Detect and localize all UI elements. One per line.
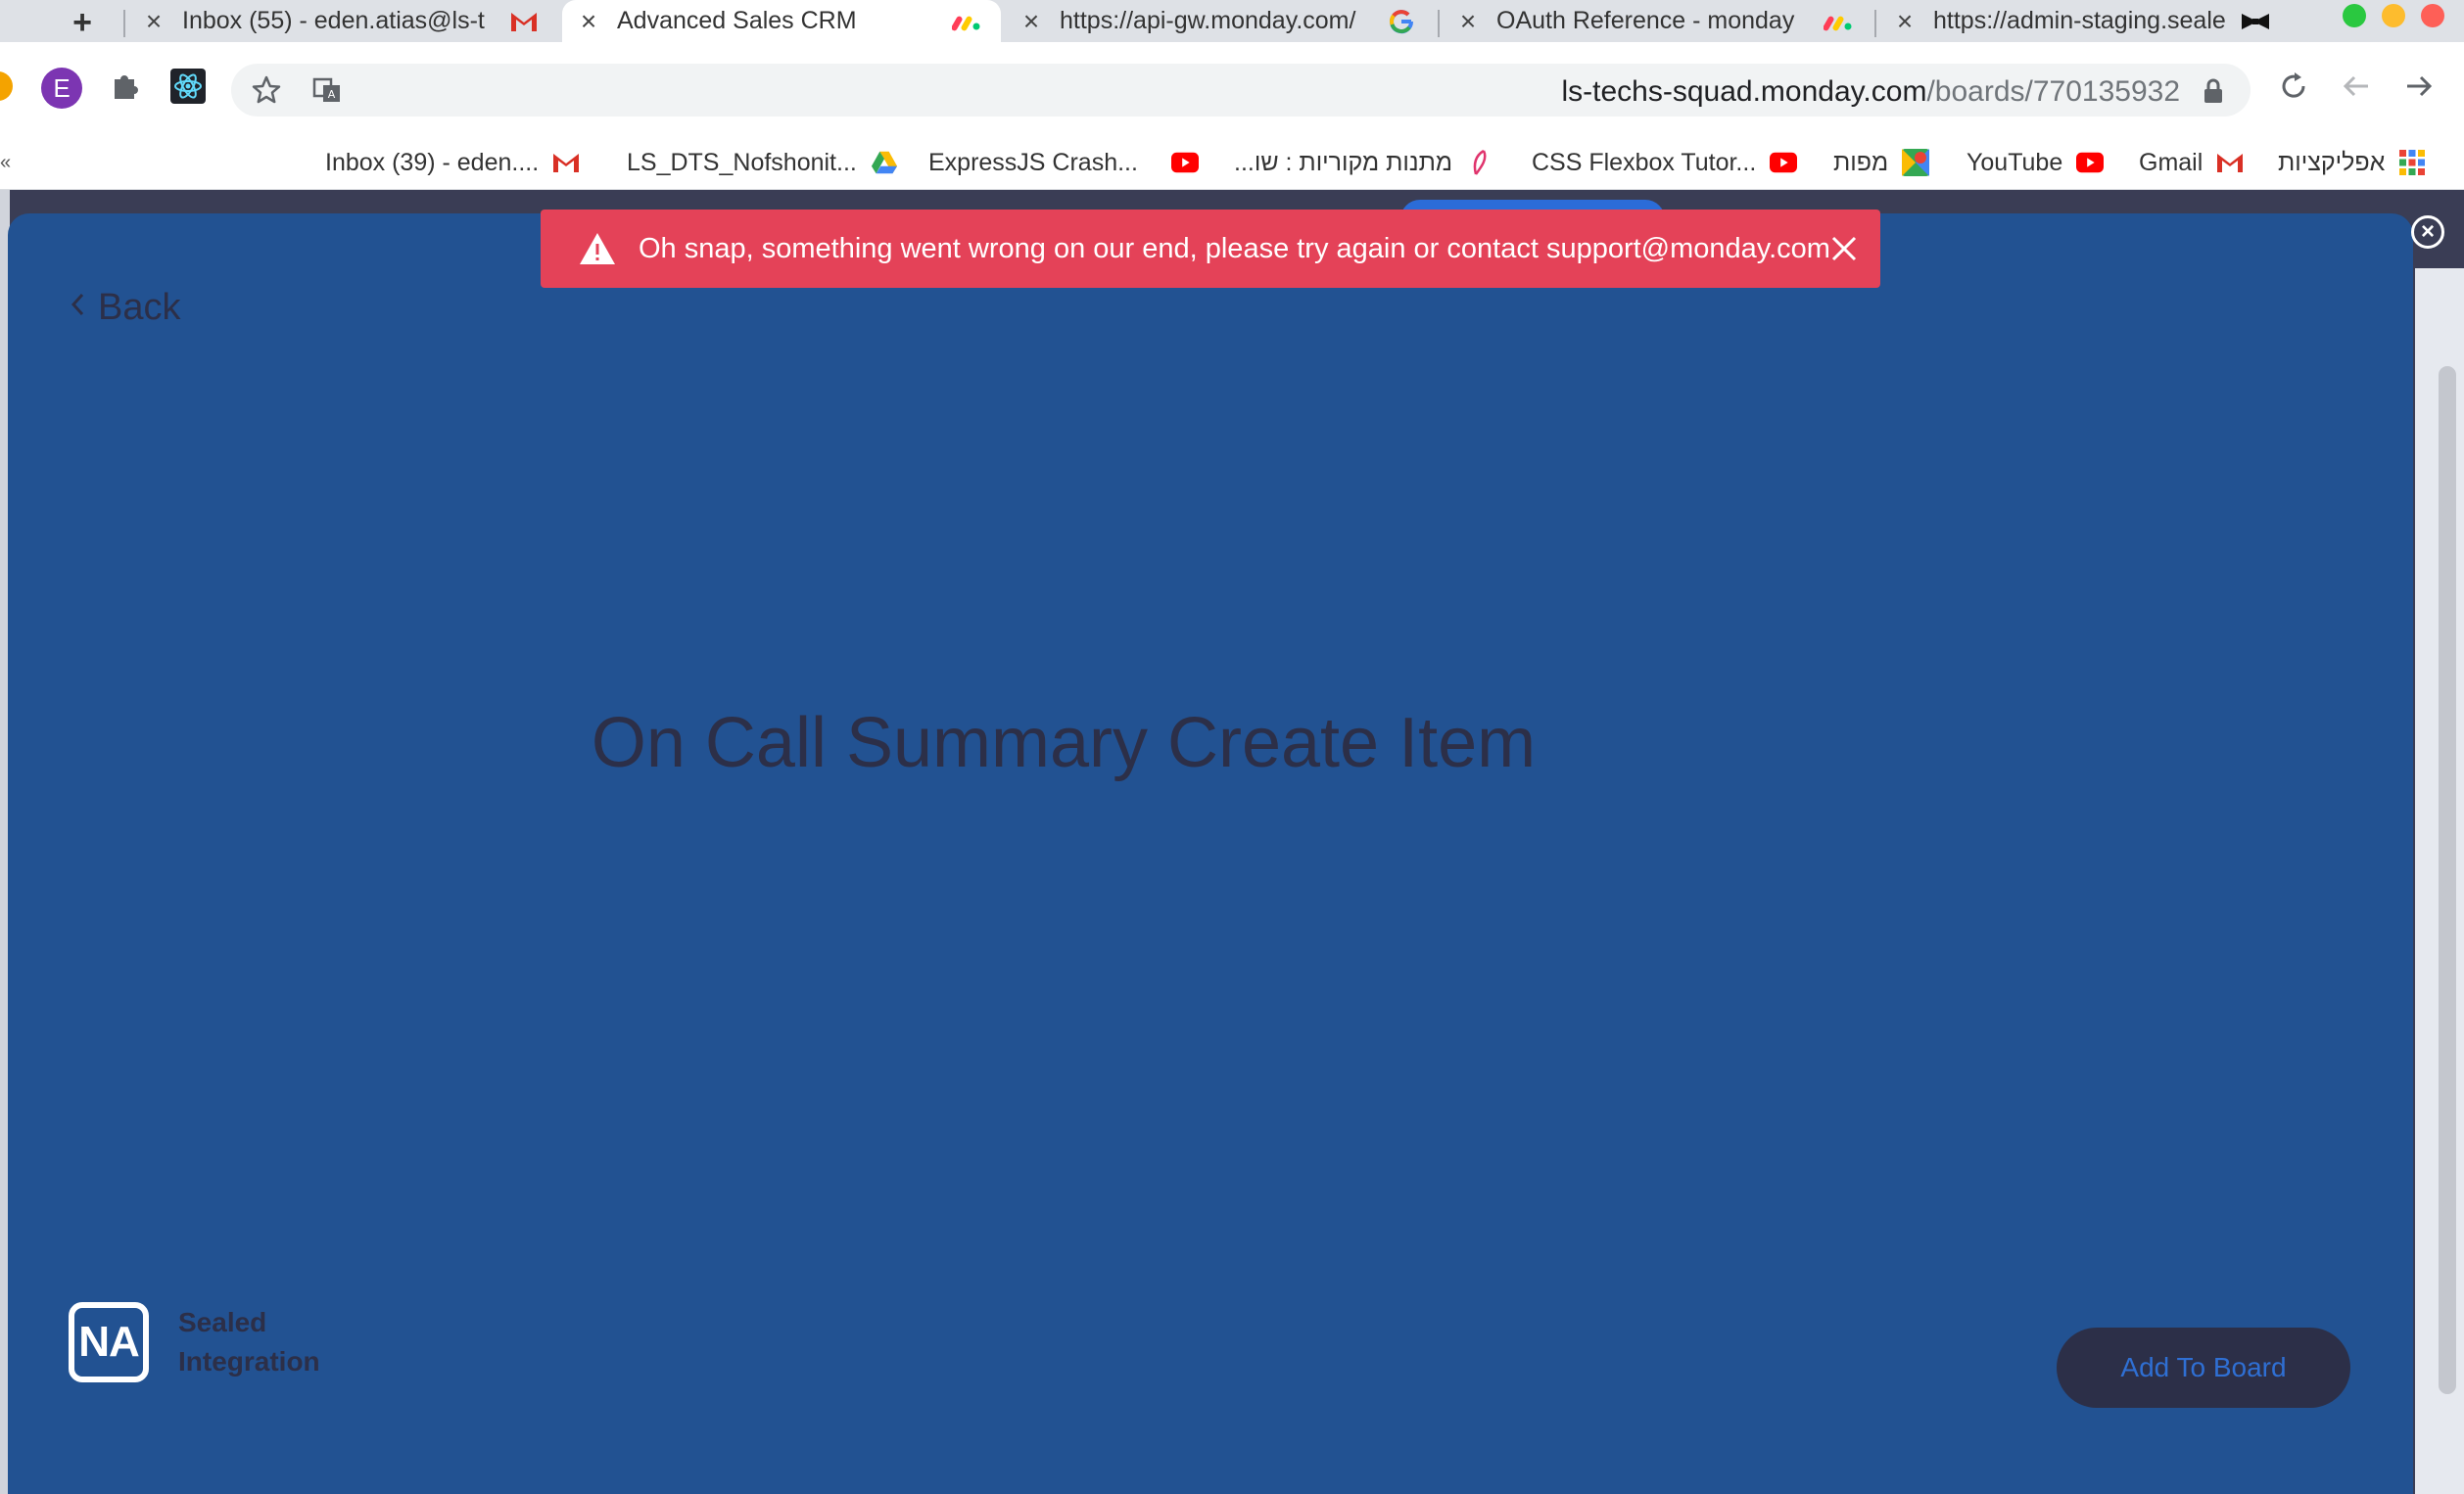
chevron-left-icon xyxy=(69,289,86,327)
integration-logo: NA xyxy=(69,1302,149,1382)
back-label: Back xyxy=(98,287,181,328)
app-right-panel xyxy=(2415,268,2464,1494)
tab-divider xyxy=(1438,10,1440,37)
tab-advanced-sales-crm[interactable]: × Advanced Sales CRM xyxy=(562,0,1001,42)
warning-icon xyxy=(578,229,617,268)
bookmark-label: LS_DTS_Nofshonit... xyxy=(627,148,857,176)
tab-divider xyxy=(123,10,125,37)
integration-name: Sealed Integration xyxy=(178,1303,320,1381)
bookmark-star-icon[interactable] xyxy=(247,70,286,110)
bookmark-label: ExpressJS Crash... xyxy=(928,148,1138,176)
bookmark-ls-dts[interactable]: LS_DTS_Nofshonit... xyxy=(627,135,898,190)
tab-close-icon[interactable]: × xyxy=(139,6,168,37)
integration-brand: NA Sealed Integration xyxy=(69,1302,320,1382)
maximize-window-button[interactable] xyxy=(2343,4,2366,27)
back-arrow-icon[interactable] xyxy=(2337,67,2376,106)
gmail-icon xyxy=(507,5,541,38)
bookmark-maps[interactable]: מפות xyxy=(1833,135,1930,190)
close-icon[interactable] xyxy=(1830,229,1858,268)
minimize-window-button[interactable] xyxy=(2382,4,2405,27)
monday-icon xyxy=(1822,5,1855,38)
bookmark-expressjs[interactable]: ExpressJS Crash... xyxy=(928,135,1199,190)
extensions-puzzle-icon[interactable] xyxy=(106,67,145,106)
tab-divider xyxy=(1874,10,1876,37)
tab-title: https://api-gw.monday.com/ xyxy=(1060,7,1356,34)
gmail-icon xyxy=(2216,149,2244,176)
item-creation-modal: Back On Call Summary Create Item NA Seal… xyxy=(8,213,2413,1494)
browser-toolbar: E A ls-techs-squad.monday.com/boards/770… xyxy=(0,42,2464,135)
error-toast: Oh snap, something went wrong on our end… xyxy=(541,210,1880,288)
new-tab-button[interactable]: + xyxy=(65,4,100,41)
youtube-icon xyxy=(1170,149,1199,176)
monday-icon xyxy=(950,5,983,38)
youtube-icon xyxy=(1770,149,1798,176)
bookmark-inbox[interactable]: Inbox (39) - eden.... xyxy=(325,135,580,190)
url-host: ls-techs-squad.monday.com xyxy=(1561,75,1927,108)
tab-title: https://admin-staging.seale xyxy=(1933,7,2226,34)
address-bar[interactable]: A ls-techs-squad.monday.com/boards/77013… xyxy=(231,64,2251,117)
tab-gmail-inbox[interactable]: × Inbox (55) - eden.atias@ls-t xyxy=(127,0,558,42)
bookmarks-bar: « Inbox (39) - eden.... LS_DTS_Nofshonit… xyxy=(0,135,2464,190)
back-button[interactable]: Back xyxy=(69,287,180,329)
bookmark-label: מתנות מקוריות : שו... xyxy=(1234,148,1453,176)
tab-close-icon[interactable]: × xyxy=(1890,6,1919,37)
lock-icon[interactable] xyxy=(2202,78,2225,104)
bookmark-label: Inbox (39) - eden.... xyxy=(325,148,540,176)
tab-close-icon[interactable]: × xyxy=(574,6,603,37)
bookmark-apps[interactable]: אפליקציות xyxy=(2278,135,2426,190)
tab-admin-staging[interactable]: × https://admin-staging.seale xyxy=(1878,0,2290,42)
gmail-icon xyxy=(552,149,580,176)
url-path: /boards/770135932 xyxy=(1926,75,2180,108)
monday-app-background: Back On Call Summary Create Item NA Seal… xyxy=(0,190,2464,1494)
tab-title: Advanced Sales CRM xyxy=(617,7,857,34)
forward-arrow-icon[interactable] xyxy=(2399,67,2439,106)
bookmark-css-flexbox[interactable]: CSS Flexbox Tutor... xyxy=(1532,135,1798,190)
google-icon xyxy=(1385,5,1418,38)
bookmark-label: CSS Flexbox Tutor... xyxy=(1532,148,1757,176)
google-drive-icon xyxy=(871,149,898,176)
page-scrollbar[interactable] xyxy=(2439,366,2456,1394)
bowtie-icon xyxy=(2239,5,2272,38)
bookmark-label: Gmail xyxy=(2139,148,2203,176)
bookmark-youtube[interactable]: YouTube xyxy=(1966,135,2105,190)
tab-oauth-reference[interactable]: × OAuth Reference - monday xyxy=(1442,0,1872,42)
tab-close-icon[interactable]: × xyxy=(1017,6,1046,37)
reload-icon[interactable] xyxy=(2274,67,2313,106)
bookmark-gifts[interactable]: מתנות מקוריות : שו... xyxy=(1234,135,1493,190)
bookmark-label: YouTube xyxy=(1966,148,2063,176)
add-to-board-button[interactable]: Add To Board xyxy=(2057,1328,2350,1408)
integration-name-line2: Integration xyxy=(178,1346,320,1377)
close-window-button[interactable] xyxy=(2421,4,2444,27)
youtube-icon xyxy=(2076,149,2105,176)
bookmark-label: מפות xyxy=(1833,148,1889,176)
bookmark-gmail[interactable]: Gmail xyxy=(2139,135,2244,190)
browser-tab-bar: + × Inbox (55) - eden.atias@ls-t × Advan… xyxy=(0,0,2464,42)
integration-name-line1: Sealed xyxy=(178,1307,267,1337)
extension-orange-icon[interactable] xyxy=(0,67,18,106)
svg-text:A: A xyxy=(328,88,336,101)
tab-close-icon[interactable]: × xyxy=(1453,6,1483,37)
feather-icon xyxy=(1466,149,1493,176)
tab-api-gw[interactable]: × https://api-gw.monday.com/ xyxy=(1005,0,1436,42)
apps-grid-icon xyxy=(2398,149,2426,176)
bookmark-label: אפליקציות xyxy=(2278,148,2386,176)
profile-avatar[interactable]: E xyxy=(41,68,82,109)
modal-close-button[interactable]: × xyxy=(2411,215,2444,249)
google-maps-icon xyxy=(1902,149,1930,176)
tab-title: OAuth Reference - monday xyxy=(1496,7,1795,34)
bookmarks-overflow-chevron-icon[interactable]: « xyxy=(0,135,11,190)
tab-title: Inbox (55) - eden.atias@ls-t xyxy=(182,7,485,34)
translate-icon[interactable]: A xyxy=(308,70,347,110)
url-text: ls-techs-squad.monday.com/boards/7701359… xyxy=(1562,75,2181,109)
react-devtools-icon[interactable] xyxy=(168,67,208,106)
window-controls xyxy=(2343,4,2444,27)
error-message: Oh snap, something went wrong on our end… xyxy=(639,232,1830,264)
modal-title: On Call Summary Create Item xyxy=(591,704,1537,782)
